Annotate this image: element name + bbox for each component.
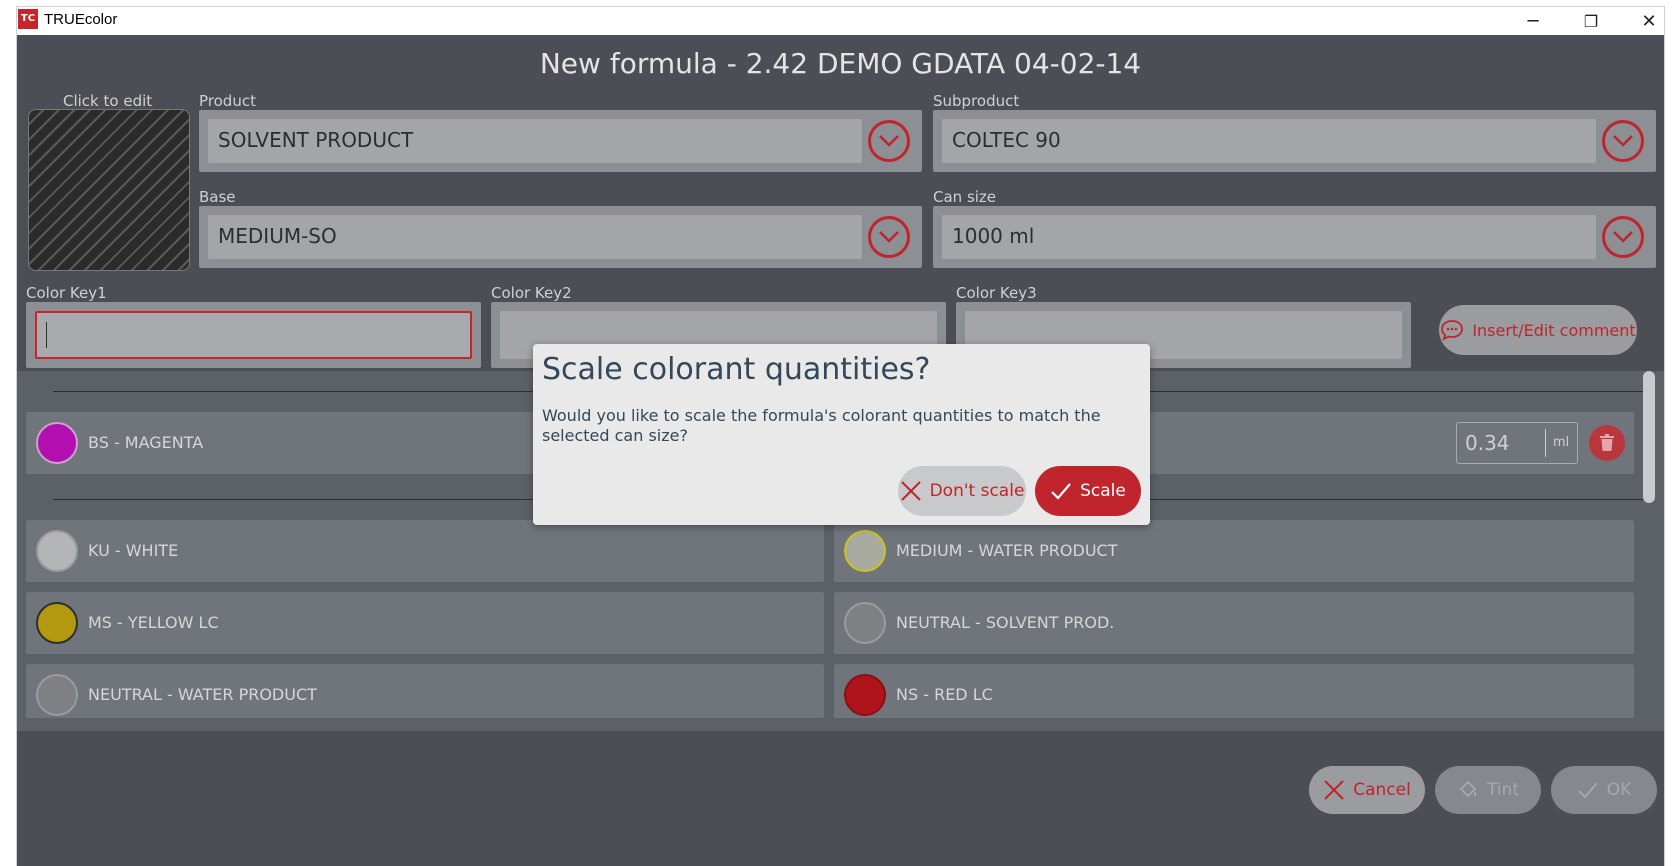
ok-label: OK — [1606, 780, 1632, 800]
product-field: SOLVENT PRODUCT — [199, 110, 922, 172]
paint-bucket-icon — [1459, 780, 1477, 798]
checkmark-icon — [1051, 483, 1071, 500]
colorant-name: NEUTRAL - WATER PRODUCT — [88, 685, 317, 704]
quantity-divider — [1545, 429, 1546, 457]
base-dropdown-button[interactable] — [868, 216, 910, 258]
base-label: Base — [199, 188, 236, 206]
dialog-message: Would you like to scale the formula's co… — [542, 406, 1101, 445]
base-field: MEDIUM-SO — [199, 206, 922, 268]
colorant-list-item[interactable]: NEUTRAL - WATER PRODUCT — [26, 664, 824, 718]
close-icon — [900, 481, 921, 501]
colorant-name: BS - MAGENTA — [88, 433, 204, 452]
colorant-quantity-field[interactable]: 0.34 ml — [1456, 422, 1578, 464]
chevron-down-icon — [1613, 135, 1633, 147]
chevron-down-icon — [879, 231, 899, 243]
chevron-down-icon — [879, 135, 899, 147]
can-size-field: 1000 ml — [933, 206, 1656, 268]
subproduct-value[interactable]: COLTEC 90 — [942, 119, 1596, 163]
colorant-color-dot — [36, 422, 78, 464]
cancel-label: Cancel — [1353, 780, 1411, 800]
checkmark-icon — [1578, 782, 1598, 799]
trash-icon — [1600, 434, 1614, 451]
color-key3-label: Color Key3 — [956, 284, 1037, 302]
minimize-button[interactable]: ─ — [1504, 7, 1562, 35]
subproduct-dropdown-button[interactable] — [1602, 120, 1644, 162]
page-title: New formula - 2.42 DEMO GDATA 04-02-14 — [539, 47, 1142, 80]
colorant-name: NEUTRAL - SOLVENT PROD. — [896, 613, 1115, 632]
dialog-title: Scale colorant quantities? — [542, 352, 931, 387]
colorant-list-item[interactable]: MEDIUM - WATER PRODUCT — [834, 520, 1634, 582]
restore-icon: ❐ — [1583, 11, 1599, 31]
minimize-icon: ─ — [1527, 10, 1539, 32]
cancel-button[interactable]: Cancel — [1309, 766, 1425, 814]
colorant-list-item[interactable]: NEUTRAL - SOLVENT PROD. — [834, 592, 1634, 654]
dont-scale-button[interactable]: Don't scale — [898, 466, 1026, 516]
colorant-name: MS - YELLOW LC — [88, 613, 219, 632]
colorant-list-item[interactable]: KU - WHITE — [26, 520, 824, 582]
product-label: Product — [199, 92, 256, 110]
colorant-quantity-value: 0.34 — [1465, 431, 1510, 455]
ok-button[interactable]: OK — [1551, 766, 1657, 814]
close-icon: ✕ — [1641, 10, 1657, 32]
comment-bubble-icon — [1441, 320, 1464, 341]
swatch-label: Click to edit — [63, 92, 153, 110]
colorant-color-dot — [36, 674, 78, 716]
scale-button[interactable]: Scale — [1035, 466, 1141, 516]
close-window-button[interactable]: ✕ — [1620, 7, 1664, 35]
base-value[interactable]: MEDIUM-SO — [208, 215, 862, 259]
colorant-color-dot — [844, 602, 886, 644]
colorant-name: MEDIUM - WATER PRODUCT — [896, 541, 1118, 560]
restore-button[interactable]: ❐ — [1562, 7, 1620, 35]
scale-label: Scale — [1080, 481, 1126, 501]
color-key1-field — [26, 302, 481, 368]
colorant-color-dot — [36, 530, 78, 572]
color-key1-label: Color Key1 — [26, 284, 107, 302]
colorant-name: NS - RED LC — [896, 685, 993, 704]
colorant-color-dot — [36, 602, 78, 644]
can-size-dropdown-button[interactable] — [1602, 216, 1644, 258]
tint-button[interactable]: Tint — [1435, 766, 1541, 814]
dont-scale-label: Don't scale — [929, 481, 1025, 501]
can-size-label: Can size — [933, 188, 997, 206]
can-size-value[interactable]: 1000 ml — [942, 215, 1596, 259]
window-title: TRUEcolor — [44, 11, 118, 28]
scale-dialog: Scale colorant quantities? Would you lik… — [533, 344, 1150, 525]
subproduct-label: Subproduct — [933, 92, 1020, 110]
close-icon — [1324, 780, 1344, 800]
colorant-color-dot — [844, 530, 886, 572]
color-swatch[interactable] — [28, 109, 190, 271]
text-caret — [46, 322, 47, 348]
product-value[interactable]: SOLVENT PRODUCT — [208, 119, 862, 163]
chevron-down-icon — [1613, 231, 1633, 243]
color-key2-label: Color Key2 — [491, 284, 572, 302]
colorant-list-item[interactable]: MS - YELLOW LC — [26, 592, 824, 654]
app-logo-icon: TC — [18, 9, 38, 29]
product-dropdown-button[interactable] — [868, 120, 910, 162]
colorant-list-item[interactable]: NS - RED LC — [834, 664, 1634, 718]
delete-colorant-button[interactable] — [1589, 425, 1625, 461]
colorant-quantity-unit: ml — [1553, 435, 1570, 450]
app-window: TC TRUEcolor ─ ❐ ✕ New formula - 2.42 DE… — [17, 7, 1664, 866]
subproduct-field: COLTEC 90 — [933, 110, 1656, 172]
colorant-name: KU - WHITE — [88, 541, 179, 560]
colorant-color-dot — [844, 674, 886, 716]
insert-edit-comment-button[interactable]: Insert/Edit comment — [1439, 305, 1637, 355]
colorant-scrollbar[interactable] — [1643, 371, 1655, 503]
comment-button-label: Insert/Edit comment — [1472, 320, 1636, 340]
tint-label: Tint — [1486, 780, 1520, 800]
color-key1-input[interactable] — [35, 311, 472, 359]
title-bar: TC TRUEcolor ─ ❐ ✕ — [17, 7, 1664, 35]
